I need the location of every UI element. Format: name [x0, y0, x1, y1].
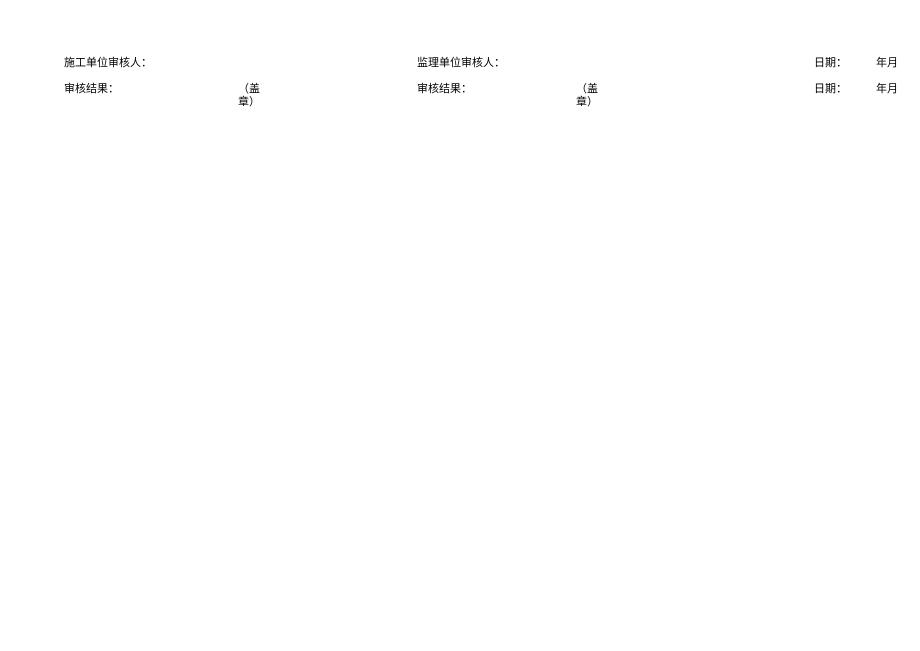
- supervision-reviewer-label: 监理单位审核人：: [417, 54, 505, 70]
- date-label-1: 日期：: [814, 54, 847, 70]
- review-result-label-2: 审核结果：: [417, 80, 472, 96]
- seal-text-2b: 章）: [576, 93, 598, 109]
- construction-reviewer-label: 施工单位审核人：: [64, 54, 152, 70]
- seal-label-2: （盖 章）: [576, 80, 598, 96]
- seal-text-1b: 章）: [238, 93, 260, 109]
- seal-label-1: （盖 章）: [238, 80, 260, 96]
- year-month-2: 年月: [876, 80, 898, 96]
- date-label-2: 日期：: [814, 80, 847, 96]
- review-result-label-1: 审核结果：: [64, 80, 119, 96]
- year-month-1: 年月: [876, 54, 898, 70]
